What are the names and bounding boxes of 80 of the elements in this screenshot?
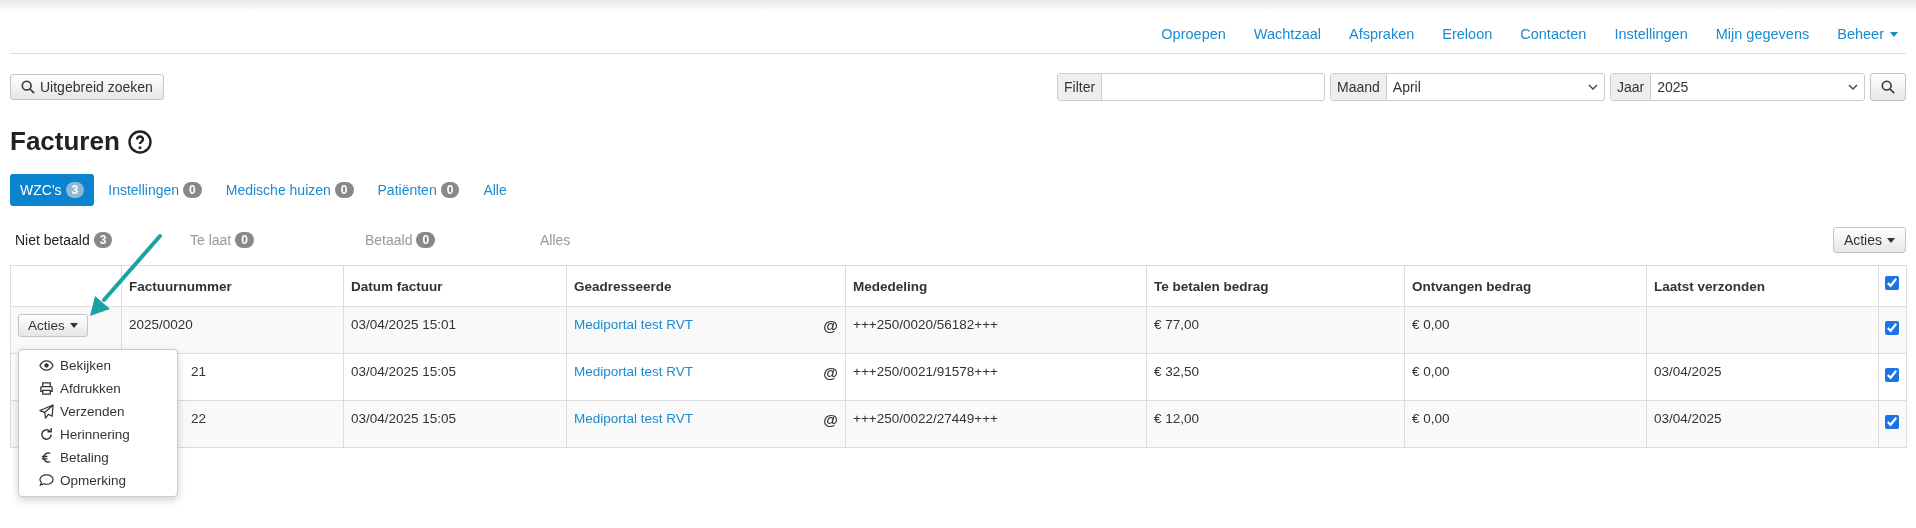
column-header: Te betalen bedrag	[1154, 279, 1269, 294]
filter-tab[interactable]: Betaald 0	[365, 232, 436, 248]
caret-icon	[1887, 237, 1895, 243]
table-cell: € 0,00	[1412, 317, 1450, 332]
nav-link[interactable]: Oproepen	[1147, 26, 1240, 42]
tab[interactable]: Alle	[473, 174, 517, 206]
menu-item[interactable]: Afdrukken	[19, 377, 177, 400]
row-checkbox[interactable]	[1885, 415, 1899, 429]
print-icon	[39, 381, 54, 396]
column-header: Factuurnummer	[129, 279, 232, 294]
count-badge: 0	[416, 232, 436, 248]
nav-link[interactable]: Beheer	[1823, 26, 1906, 42]
table-cell: 03/04/2025 15:05	[351, 411, 457, 426]
redo-icon	[39, 427, 54, 442]
table-cell: +++250/0020/56182+++	[853, 317, 998, 332]
menu-item[interactable]: Bekijken	[19, 354, 177, 377]
actions-button[interactable]: Acties	[1832, 227, 1906, 253]
count-badge: 0	[235, 232, 254, 248]
row-actions-button[interactable]: Acties	[18, 314, 88, 337]
filter-tab[interactable]: Niet betaald 3	[15, 232, 113, 248]
table-cell: € 77,00	[1154, 317, 1200, 332]
column-header: Laatst verzonden	[1654, 279, 1766, 294]
count-badge: 0	[334, 182, 354, 198]
row-checkbox[interactable]	[1885, 368, 1899, 382]
filter-tab[interactable]: Alles	[540, 232, 571, 248]
email-marker: @	[823, 317, 838, 334]
table-cell: 03/04/2025	[1654, 411, 1722, 426]
caret-icon	[69, 323, 78, 328]
table-cell: 03/04/2025 15:01	[351, 317, 457, 332]
tab[interactable]: Patiënten 0	[367, 174, 470, 206]
search-icon	[1881, 80, 1895, 94]
table-cell: € 0,00	[1412, 411, 1450, 426]
addressee-link[interactable]: Mediportal test RVT	[574, 317, 694, 334]
tab[interactable]: WZC's 3	[10, 174, 95, 206]
filter-tab[interactable]: Te laat 0	[190, 232, 254, 248]
table-cell: 21	[191, 364, 207, 379]
row-checkbox[interactable]	[1885, 321, 1899, 335]
table-cell: 03/04/2025 15:05	[351, 364, 457, 379]
caret-icon	[1890, 31, 1898, 37]
column-header: Datum factuur	[351, 279, 443, 294]
email-marker: @	[823, 411, 838, 428]
addressee-link[interactable]: Mediportal test RVT	[574, 411, 694, 428]
table-cell: +++250/0022/27449+++	[853, 411, 998, 426]
search-icon	[21, 80, 35, 94]
column-header: Geadresseerde	[574, 279, 672, 294]
count-badge: 3	[93, 232, 113, 248]
nav-link[interactable]: Mijn gegevens	[1701, 26, 1824, 42]
table-cell: € 0,00	[1412, 364, 1450, 379]
table-cell: € 32,50	[1154, 364, 1200, 379]
count-badge: 0	[183, 182, 202, 198]
nav-link[interactable]: Wachtzaal	[1239, 26, 1335, 42]
menu-item[interactable]: Herinnering	[19, 423, 177, 446]
table-cell: 2025/0020	[129, 317, 193, 332]
menu-item[interactable]: Opmerking	[19, 469, 177, 492]
menu-item[interactable]: Verzenden	[19, 400, 177, 423]
count-badge: 0	[440, 182, 460, 198]
menu-item[interactable]: Betaling	[19, 446, 177, 469]
email-marker: @	[823, 364, 838, 381]
select-all-checkbox[interactable]	[1885, 276, 1899, 290]
column-header: Mededeling	[853, 279, 928, 294]
help-icon[interactable]	[127, 129, 152, 154]
table-cell: € 12,00	[1154, 411, 1200, 426]
addressee-link[interactable]: Mediportal test RVT	[574, 364, 694, 381]
column-header: Ontvangen bedrag	[1412, 279, 1532, 294]
eye-icon	[39, 358, 54, 373]
table-cell: 03/04/2025	[1654, 364, 1722, 379]
table-cell: +++250/0021/91578+++	[853, 364, 998, 379]
nav-link[interactable]: Ereloon	[1428, 26, 1507, 42]
comment-icon	[39, 473, 54, 488]
page-title: Facturen	[10, 126, 120, 157]
search-button[interactable]	[1870, 73, 1906, 101]
send-icon	[39, 404, 54, 419]
nav-link[interactable]: Contacten	[1506, 26, 1601, 42]
count-badge: 3	[65, 182, 85, 198]
nav-link[interactable]: Instellingen	[1600, 26, 1702, 42]
tab[interactable]: Medische huizen 0	[215, 174, 364, 206]
tab[interactable]: Instellingen 0	[98, 174, 212, 206]
table-cell: 22	[191, 411, 207, 426]
nav-link[interactable]: Afspraken	[1335, 26, 1429, 42]
advanced-search-button[interactable]: Uitgebreid zoeken	[10, 74, 164, 100]
